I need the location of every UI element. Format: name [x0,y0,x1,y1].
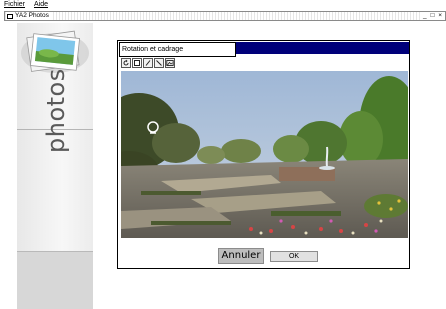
app-root: Fichier Aide YA2 Photos _ □ × photos Rot… [0,0,446,309]
image-icon[interactable] [165,58,175,68]
ok-button[interactable]: OK [270,251,318,262]
rotate-icon[interactable] [121,58,131,68]
rotation-crop-dialog: Rotation et cadrage Annuler OK [117,40,410,269]
cancel-button[interactable]: Annuler [218,248,264,264]
window-controls[interactable]: _ □ × [422,12,444,20]
sidebar: photos [17,23,93,309]
menu-file[interactable]: Fichier [4,0,25,10]
window-title-bar[interactable]: YA2 Photos _ □ × [4,11,446,21]
photo-preview[interactable] [121,71,408,238]
park-photo [121,71,408,238]
window-label: YA2 Photos [6,12,52,20]
dialog-buttons: Annuler OK [118,244,409,266]
window-icon [7,13,13,19]
dialog-title: Rotation et cadrage [119,42,236,57]
pen-icon[interactable] [143,58,153,68]
sidebar-divider [17,251,93,252]
window-title: YA2 Photos [15,12,49,19]
line-icon[interactable] [154,58,164,68]
menu-bar: Fichier Aide [0,0,446,10]
crop-icon[interactable] [132,58,142,68]
menu-help[interactable]: Aide [34,0,48,10]
dialog-title-bar[interactable] [236,42,409,54]
dialog-toolbar [121,58,175,68]
sidebar-title: photos [42,68,70,153]
